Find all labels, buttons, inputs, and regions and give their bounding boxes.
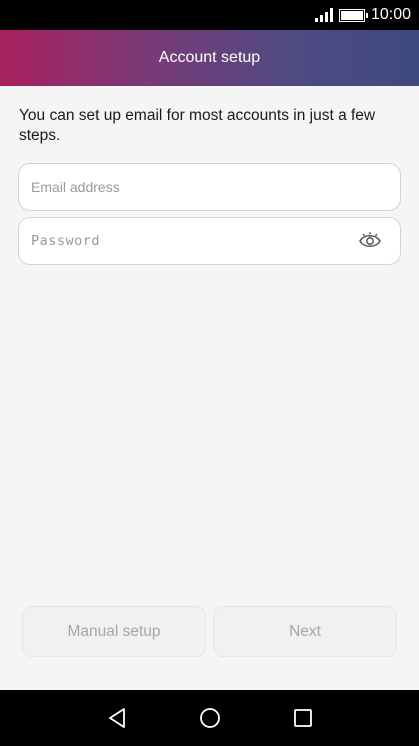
- recents-icon[interactable]: [291, 706, 315, 730]
- status-bar: 10:00: [0, 0, 419, 30]
- battery-icon: [338, 8, 368, 22]
- back-icon[interactable]: [105, 706, 129, 730]
- home-icon[interactable]: [198, 706, 222, 730]
- status-time: 10:00: [370, 6, 411, 23]
- intro-text: You can set up email for most accounts i…: [19, 107, 376, 144]
- email-field-container[interactable]: [18, 163, 401, 211]
- password-field[interactable]: [31, 233, 358, 249]
- password-field-container[interactable]: [18, 217, 401, 265]
- app-bar: Account setup: [0, 30, 419, 86]
- email-field[interactable]: [31, 179, 388, 195]
- nav-bar: [0, 690, 419, 746]
- page-title: Account setup: [158, 49, 261, 66]
- signal-icon: [314, 8, 333, 22]
- manual-setup-button[interactable]: Manual setup: [22, 606, 206, 657]
- eye-icon[interactable]: [358, 231, 382, 251]
- next-button[interactable]: Next: [213, 606, 397, 657]
